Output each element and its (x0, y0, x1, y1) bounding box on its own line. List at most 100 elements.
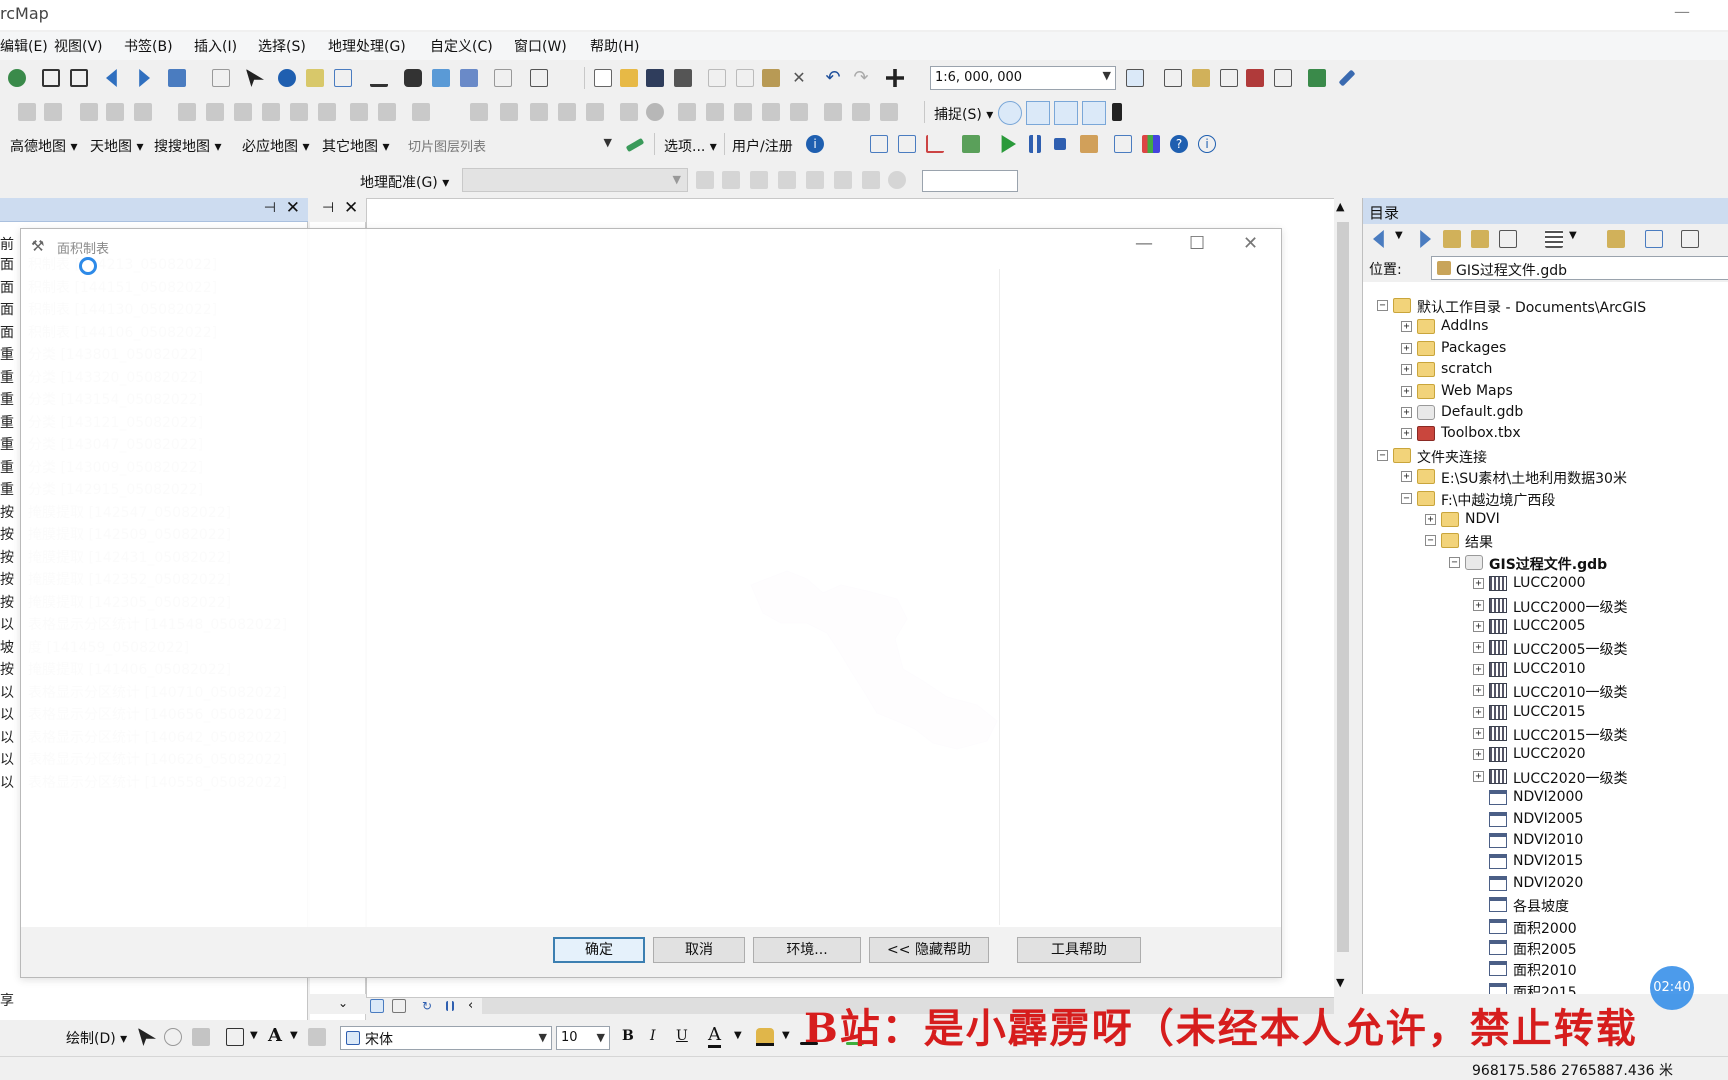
new-folder-icon[interactable] (1607, 230, 1625, 248)
collapse-icon[interactable]: − (1425, 535, 1436, 547)
hierarchy-icon[interactable] (898, 135, 916, 153)
select-features-icon[interactable] (168, 69, 186, 87)
select-link-icon[interactable] (778, 171, 796, 189)
zoom-whole-page-icon[interactable] (192, 1028, 210, 1046)
advanced-edit-4-icon[interactable] (762, 103, 780, 121)
select-elements-icon[interactable] (246, 69, 264, 87)
hyperlink-icon[interactable] (306, 69, 324, 87)
add-data-icon[interactable] (886, 69, 904, 87)
expand-icon[interactable]: + (1473, 770, 1484, 782)
topology-sphere-icon[interactable] (646, 103, 664, 121)
link-table-icon[interactable] (862, 171, 880, 189)
scroll-down-icon[interactable]: ⌄ (338, 996, 348, 1010)
menu-geoprocessing[interactable]: 地理处理(G) (328, 36, 406, 56)
font-name-combo[interactable]: 宋体 ▼ (340, 1026, 552, 1050)
expand-icon[interactable]: + (1473, 599, 1484, 611)
find-route-icon[interactable] (432, 69, 450, 87)
minimize-button[interactable]: — (1674, 2, 1690, 21)
expand-icon[interactable]: + (1473, 706, 1484, 718)
editor-toolbar-icon[interactable] (1126, 69, 1144, 87)
layout-view-icon[interactable] (392, 999, 406, 1013)
chevron-down-icon[interactable]: ▼ (782, 1030, 790, 1041)
expand-icon[interactable]: + (1401, 364, 1412, 376)
new-displacement-link-icon[interactable] (500, 103, 518, 121)
copy-icon[interactable] (736, 69, 754, 87)
refresh-icon[interactable]: ↻ (422, 999, 436, 1013)
identify-icon[interactable] (278, 69, 296, 87)
sosou-map-menu[interactable]: 搜搜地图 ▾ (154, 136, 221, 156)
edit-tool-icon[interactable] (18, 103, 36, 121)
expand-icon[interactable]: + (1425, 514, 1436, 525)
pause-icon[interactable] (1029, 135, 1041, 153)
bold-button[interactable]: B (622, 1028, 634, 1044)
back-arrow-icon[interactable] (1373, 230, 1384, 248)
save-icon[interactable] (646, 69, 664, 87)
menu-window[interactable]: 窗口(W) (514, 36, 567, 56)
limited-adjust-icon[interactable] (586, 103, 604, 121)
edit-annotation-icon[interactable] (44, 103, 62, 121)
measure-icon[interactable] (370, 69, 388, 87)
expand-icon[interactable]: + (1401, 321, 1412, 333)
fixed-zoom-out-icon[interactable] (70, 69, 88, 87)
comment-icon[interactable] (1114, 135, 1132, 153)
graph-icon[interactable] (926, 135, 944, 153)
forward-arrow-icon[interactable] (139, 69, 150, 87)
model-builder-icon[interactable] (1308, 69, 1326, 87)
expand-icon[interactable]: + (1473, 728, 1484, 739)
font-size-combo[interactable]: 10 ▼ (556, 1026, 610, 1050)
scroll-left-icon[interactable]: ‹ (468, 998, 473, 1013)
redo-icon[interactable]: ↷ (852, 69, 870, 87)
attributes-icon[interactable] (318, 103, 336, 121)
add-tile-icon[interactable] (625, 137, 645, 153)
zoom-to-link-icon[interactable] (806, 171, 824, 189)
view-link-table-icon[interactable] (834, 171, 852, 189)
globe-icon[interactable] (8, 69, 26, 87)
sketch-properties-icon[interactable] (350, 103, 368, 121)
expand-icon[interactable]: + (1473, 749, 1484, 761)
create-features-icon[interactable] (378, 103, 396, 121)
catalog-window-icon[interactable] (1192, 69, 1210, 87)
user-register-button[interactable]: 用户/注册 (732, 136, 793, 156)
expand-icon[interactable]: + (1401, 385, 1412, 397)
pin-icon[interactable]: ⊣ (322, 200, 334, 216)
open-icon[interactable] (620, 69, 638, 87)
table-of-contents-icon[interactable] (1164, 69, 1182, 87)
expand-icon[interactable]: + (1473, 685, 1484, 697)
chevron-down-icon[interactable]: ▼ (1395, 230, 1403, 241)
georef-layer-combo[interactable]: ▼ (462, 168, 688, 192)
chevron-down-icon[interactable]: ▼ (734, 1030, 742, 1041)
menu-help[interactable]: 帮助(H) (590, 36, 639, 56)
cancel-button[interactable]: 取消 (653, 937, 745, 963)
advanced-edit-5-icon[interactable] (790, 103, 808, 121)
refresh-map-icon[interactable] (962, 135, 980, 153)
split-icon[interactable] (262, 103, 280, 121)
minimize-button[interactable]: — (1135, 233, 1153, 254)
reshape-icon[interactable] (206, 103, 224, 121)
collapse-icon[interactable]: − (1377, 300, 1388, 311)
end-snapping-icon[interactable] (1026, 101, 1050, 125)
scroll-thumb[interactable] (1337, 222, 1349, 952)
paste-icon[interactable] (762, 69, 780, 87)
snapping-menu[interactable]: 捕捉(S) ▾ (934, 104, 993, 124)
map-vertical-scrollbar[interactable]: ▲ ▼ (1334, 198, 1352, 998)
find-icon[interactable] (404, 69, 422, 87)
multi-displacement-icon[interactable] (530, 103, 548, 121)
expand-icon[interactable]: + (1401, 471, 1412, 483)
menu-selection[interactable]: 选择(S) (258, 36, 306, 56)
collapse-icon[interactable]: − (1449, 556, 1460, 568)
fillet-icon[interactable] (880, 103, 898, 121)
menu-view[interactable]: 视图(V) (54, 36, 103, 56)
georeferencing-menu[interactable]: 地理配准(G) ▾ (360, 172, 449, 192)
chevron-down-icon[interactable]: ▼ (290, 1030, 298, 1041)
gaode-map-menu[interactable]: 高德地图 ▾ (10, 136, 77, 156)
bar-chart-icon[interactable] (1142, 135, 1160, 153)
close-icon[interactable]: ✕ (344, 198, 358, 218)
draw-menu[interactable]: 绘制(D) ▾ (66, 1028, 127, 1048)
add-control-points-icon[interactable] (750, 171, 768, 189)
bing-map-menu[interactable]: 必应地图 ▾ (242, 136, 309, 156)
close-icon[interactable]: ✕ (286, 198, 300, 218)
rotate-element-icon[interactable] (164, 1028, 182, 1046)
menu-customize[interactable]: 自定义(C) (430, 36, 493, 56)
chevron-down-icon[interactable]: ▼ (250, 1030, 258, 1041)
rotate-view-icon[interactable] (888, 171, 906, 189)
